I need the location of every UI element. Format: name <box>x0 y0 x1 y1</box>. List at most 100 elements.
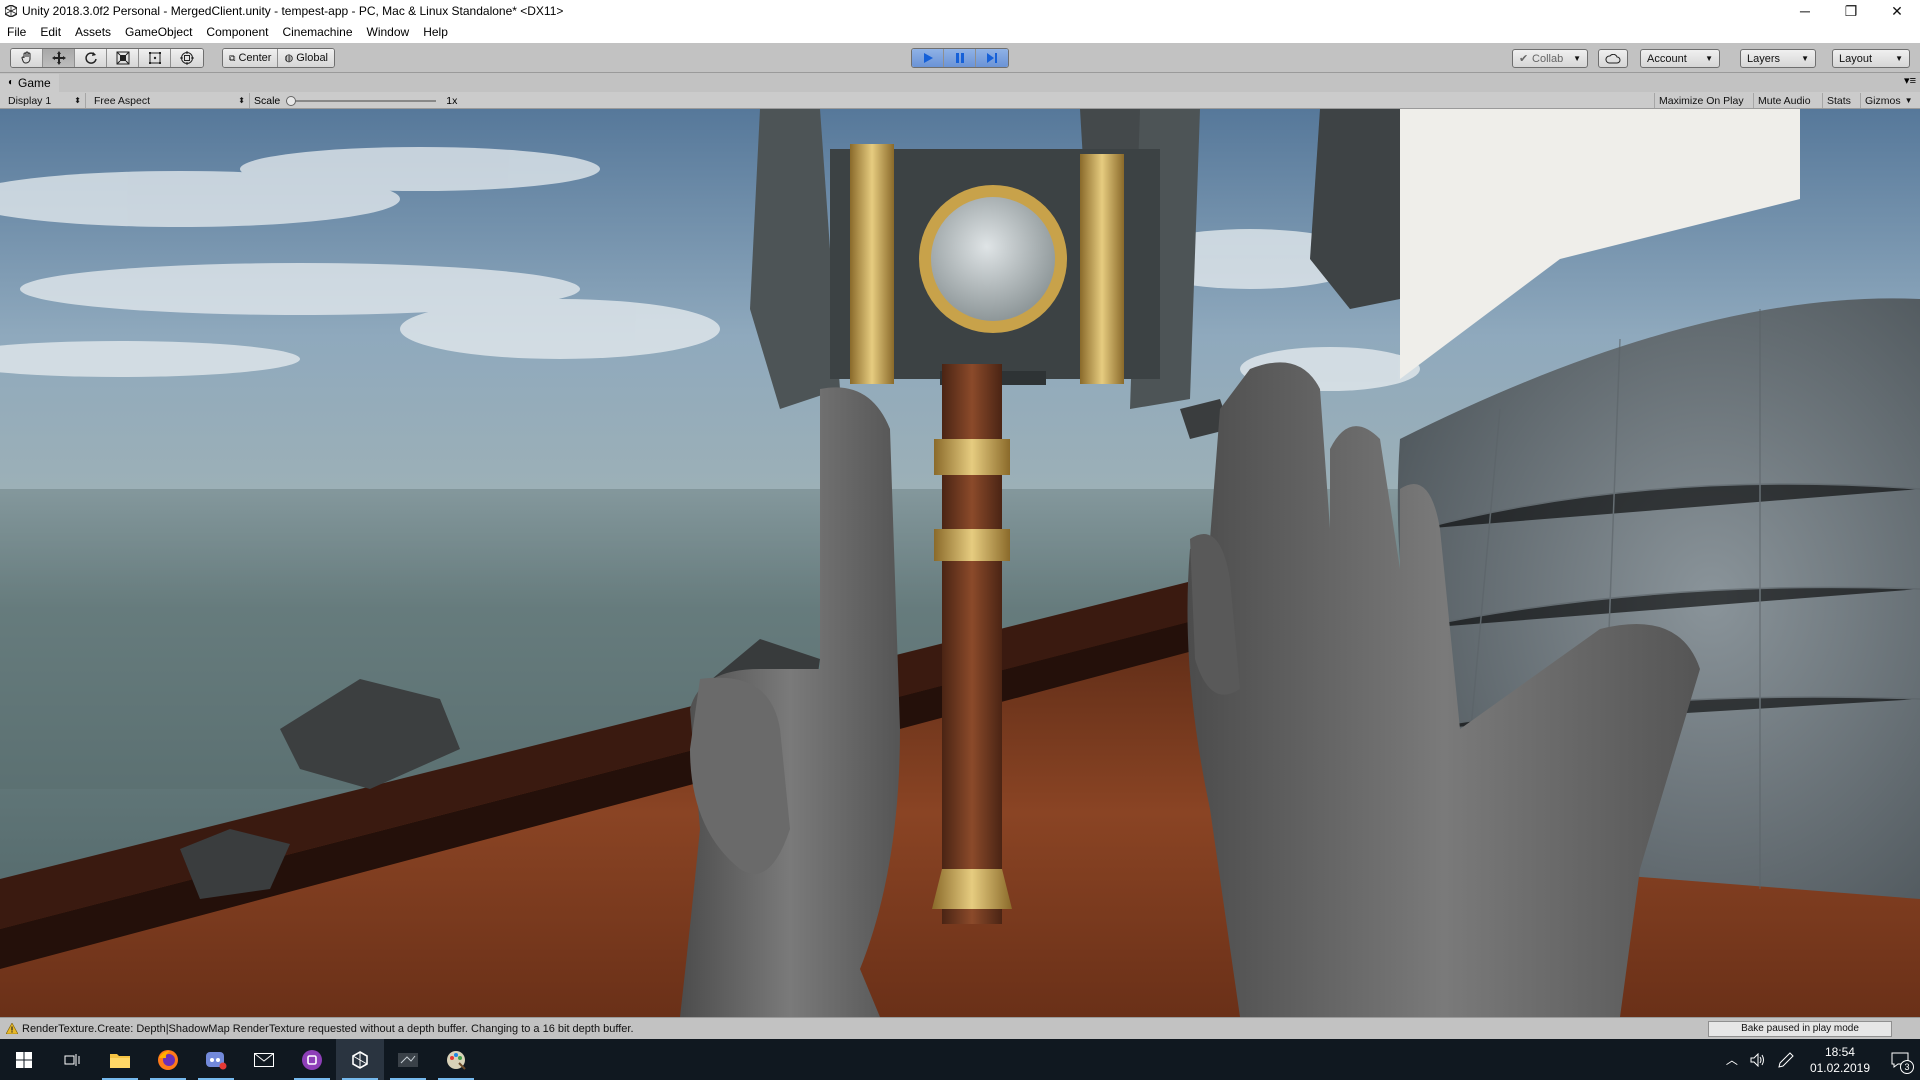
aspect-label: Free Aspect <box>94 94 151 107</box>
speaker-icon <box>1750 1052 1764 1067</box>
updown-arrow-icon: ⬍ <box>74 96 81 105</box>
bake-status: Bake paused in play mode <box>1708 1021 1892 1037</box>
play-icon <box>923 53 933 63</box>
taskbar-game-window[interactable] <box>384 1039 432 1080</box>
playmode-controls <box>911 48 1009 68</box>
collab-dropdown[interactable]: ✔ Collab ▼ <box>1512 49 1588 68</box>
updown-arrow-icon: ⬍ <box>238 96 245 105</box>
layout-label: Layout <box>1839 52 1873 65</box>
taskbar-firefox[interactable] <box>144 1039 192 1080</box>
window-titlebar: Unity 2018.3.0f2 Personal - MergedClient… <box>0 0 1920 22</box>
menu-cinemachine[interactable]: Cinemachine <box>275 22 359 43</box>
rect-tool-button[interactable] <box>139 49 171 67</box>
chevron-down-icon: ▼ <box>1705 54 1713 63</box>
scale-value: 1x <box>446 94 458 107</box>
mail-icon <box>254 1052 274 1067</box>
system-tray: ︿ 18:54 01.02.2019 3 <box>1720 1039 1920 1080</box>
account-label: Account <box>1647 52 1687 65</box>
menu-gameobject[interactable]: GameObject <box>118 22 199 43</box>
app-circle-icon <box>302 1049 322 1070</box>
menu-window[interactable]: Window <box>360 22 417 43</box>
cloud-button[interactable] <box>1598 49 1628 68</box>
move-tool-button[interactable] <box>43 49 75 67</box>
maximize-on-play-toggle[interactable]: Maximize On Play <box>1654 93 1748 108</box>
step-button[interactable] <box>976 49 1008 67</box>
pivot-rotation-button[interactable]: ◍ Global <box>278 49 334 67</box>
start-button[interactable] <box>0 1039 48 1080</box>
chevron-down-icon: ▼ <box>1904 96 1913 105</box>
tab-game[interactable]: ◐ Game <box>0 74 59 92</box>
collab-check-icon: ✔ <box>1519 53 1529 65</box>
game-tab-label: Game <box>18 76 51 90</box>
step-icon <box>987 53 997 63</box>
transform-tool-button[interactable] <box>171 49 203 67</box>
clock-time: 18:54 <box>1824 1044 1855 1059</box>
transform-icon <box>180 51 194 65</box>
scale-label: Scale <box>254 94 281 107</box>
menu-component[interactable]: Component <box>199 22 275 43</box>
display-label: Display 1 <box>8 94 52 107</box>
taskbar-unity[interactable] <box>336 1039 384 1080</box>
firefox-icon <box>158 1049 178 1070</box>
move-icon <box>51 51 66 65</box>
windows-taskbar: ︿ 18:54 01.02.2019 3 <box>0 1039 1920 1080</box>
scale-tool-button[interactable] <box>107 49 139 67</box>
taskbar-paint-tool[interactable] <box>432 1039 480 1080</box>
stats-toggle[interactable]: Stats <box>1822 93 1855 108</box>
scale-icon <box>116 51 129 65</box>
rotate-tool-button[interactable] <box>75 49 107 67</box>
discord-icon <box>206 1051 227 1069</box>
hand-tool-button[interactable] <box>11 49 43 67</box>
scale-control: Scale 1x <box>254 93 457 108</box>
close-button[interactable]: ✕ <box>1874 0 1920 22</box>
paint-palette-icon <box>447 1050 466 1070</box>
taskbar-mail[interactable] <box>240 1039 288 1080</box>
task-view-icon <box>64 1053 80 1066</box>
menu-file[interactable]: File <box>0 22 33 43</box>
hand-icon <box>20 51 30 64</box>
volume-button[interactable] <box>1744 1039 1772 1080</box>
menu-assets[interactable]: Assets <box>68 22 118 43</box>
account-dropdown[interactable]: Account ▼ <box>1640 49 1720 68</box>
display-dropdown[interactable]: Display 1 ⬍ <box>0 93 86 108</box>
minimize-button[interactable]: ─ <box>1782 0 1828 22</box>
game-viewport[interactable] <box>0 109 1920 1017</box>
console-last-message[interactable]: RenderTexture.Create: Depth|ShadowMap Re… <box>6 1023 634 1035</box>
menu-edit[interactable]: Edit <box>33 22 68 43</box>
pivot-mode-label: Center <box>238 52 272 64</box>
pivot-center-icon: ⧉ <box>229 52 236 63</box>
aspect-dropdown[interactable]: Free Aspect ⬍ <box>86 93 250 108</box>
rotate-icon <box>84 52 97 64</box>
panel-menu-icon[interactable]: ▾≡ <box>1904 74 1916 87</box>
chevron-down-icon: ▼ <box>1573 54 1581 63</box>
taskbar-app-purple[interactable] <box>288 1039 336 1080</box>
chevron-down-icon: ▼ <box>1801 54 1809 63</box>
pen-button[interactable] <box>1772 1039 1800 1080</box>
restore-button[interactable]: ❐ <box>1828 0 1874 22</box>
taskbar-file-explorer[interactable] <box>96 1039 144 1080</box>
taskbar-discord[interactable] <box>192 1039 240 1080</box>
layers-dropdown[interactable]: Layers ▼ <box>1740 49 1816 68</box>
mute-audio-toggle[interactable]: Mute Audio <box>1753 93 1815 108</box>
window-title: Unity 2018.3.0f2 Personal - MergedClient… <box>22 4 564 18</box>
layout-dropdown[interactable]: Layout ▼ <box>1832 49 1910 68</box>
gizmos-dropdown[interactable]: Gizmos ▼ <box>1860 93 1917 108</box>
show-hidden-icons-button[interactable]: ︿ <box>1720 1039 1744 1080</box>
scale-slider[interactable] <box>286 95 437 106</box>
play-button[interactable] <box>912 49 944 67</box>
menu-help[interactable]: Help <box>416 22 455 43</box>
game-scene <box>0 109 1920 1017</box>
scale-slider-thumb[interactable] <box>286 95 297 106</box>
cloud-icon <box>1605 53 1621 63</box>
console-status-bar[interactable]: RenderTexture.Create: Depth|ShadowMap Re… <box>0 1017 1920 1039</box>
layers-label: Layers <box>1747 52 1781 65</box>
unity-icon <box>352 1050 368 1069</box>
clock[interactable]: 18:54 01.02.2019 <box>1800 1039 1880 1080</box>
pivot-mode-button[interactable]: ⧉ Center <box>223 49 279 67</box>
chevron-down-icon: ▼ <box>1895 54 1903 63</box>
pause-button[interactable] <box>944 49 976 67</box>
main-toolbar: ⧉ Center ◍ Global ✔ Collab ▼ Account ▼ L… <box>0 43 1920 73</box>
action-center-button[interactable]: 3 <box>1880 1039 1920 1080</box>
task-view-button[interactable] <box>48 1039 96 1080</box>
rect-tool-icon <box>148 52 161 64</box>
